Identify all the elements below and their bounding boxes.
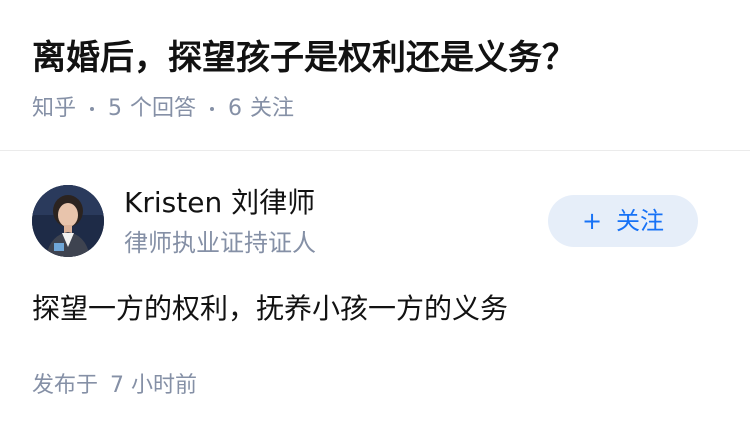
plus-icon: + <box>581 207 603 235</box>
follower-count: 6 <box>228 96 243 121</box>
answer-content[interactable]: 探望一方的权利，抚养小孩一方的义务 <box>32 287 508 331</box>
question-title[interactable]: 离婚后，探望孩子是权利还是义务？ <box>32 33 576 83</box>
follow-button[interactable]: + 关注 <box>548 195 698 247</box>
question-header: 离婚后，探望孩子是权利还是义务？ 知乎 5 个回答 6 关注 <box>0 0 750 150</box>
meta-separator-dot <box>90 107 95 111</box>
avatar-photo <box>32 185 104 257</box>
author-name[interactable]: Kristen 刘律师 <box>124 183 315 223</box>
answer-published-time: 发布于 7 小时前 <box>32 369 197 403</box>
follower-count-label: 关注 <box>250 96 295 121</box>
follow-button-label: 关注 <box>616 207 665 235</box>
author-badge: 律师执业证持证人 <box>124 229 316 257</box>
published-label: 发布于 <box>32 373 99 398</box>
question-meta: 知乎 5 个回答 6 关注 <box>32 92 294 126</box>
meta-separator-dot <box>210 107 215 111</box>
answer-count-label: 个回答 <box>130 96 197 121</box>
source-label[interactable]: 知乎 <box>32 92 76 126</box>
answer-card: Kristen 刘律师 律师执业证持证人 + 关注 探望一方的权利，抚养小孩一方的… <box>0 151 750 438</box>
answer-count: 5 <box>108 96 123 121</box>
published-time-value: 7 小时前 <box>110 373 198 398</box>
author-avatar[interactable] <box>32 185 104 257</box>
